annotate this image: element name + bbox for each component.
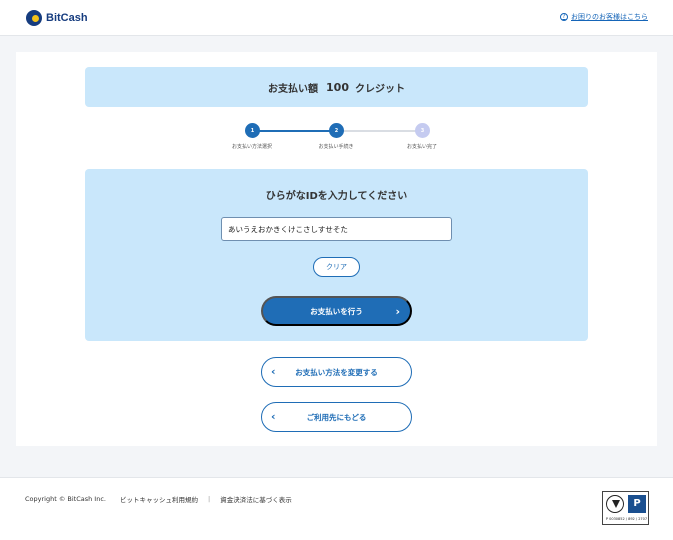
isms-mark-icon <box>606 495 624 513</box>
step-3-dot: 3 <box>415 123 430 138</box>
badge-code: P 0030852 / 892 / 2707 <box>605 517 648 521</box>
hiragana-id-input[interactable] <box>221 217 452 241</box>
amount-label: お支払い額 <box>268 83 319 95</box>
return-to-merchant-button[interactable]: ‹ ご利用先にもどる <box>261 402 412 432</box>
privacy-mark-badge[interactable]: P P 0030852 / 892 / 2707 <box>602 491 649 525</box>
amount-unit: クレジット <box>354 83 405 95</box>
payment-card: お支払い額 100 クレジット 1 お支払い方法選択 2 お支払い手続き 3 お… <box>16 52 657 446</box>
step-2-dot: 2 <box>329 123 344 138</box>
copyright: Copyright © BitCash Inc. <box>25 495 106 503</box>
chevron-left-icon: ‹ <box>271 365 276 378</box>
logo-text: BitCash <box>46 12 88 24</box>
privacy-mark-icon: P <box>628 495 646 513</box>
amount-banner: お支払い額 100 クレジット <box>85 67 588 107</box>
footer-links: Copyright © BitCash Inc. ビットキャッシュ利用規約 | … <box>25 494 306 504</box>
step-connector-todo <box>337 130 422 132</box>
change-payment-method-label: お支払い方法を変更する <box>295 367 378 377</box>
step-1-label: お支払い方法選択 <box>231 144 272 150</box>
form-title: ひらがなIDを入力してください <box>265 191 408 202</box>
chevron-left-icon: ‹ <box>271 410 276 423</box>
law-disclosure-link[interactable]: 資金決済法に基づく表示 <box>220 494 292 504</box>
amount-value: 100 <box>326 80 349 94</box>
bitcash-logo[interactable]: BitCash <box>26 9 88 27</box>
step-1-dot: 1 <box>245 123 260 138</box>
chevron-right-icon: › <box>395 305 400 318</box>
footer: Copyright © BitCash Inc. ビットキャッシュ利用規約 | … <box>0 477 673 540</box>
help-link[interactable]: ? お困りのお客様はこちら <box>560 12 648 22</box>
progress-steps: 1 お支払い方法選択 2 お支払い手続き 3 お支払い完了 <box>16 122 657 152</box>
id-entry-panel: ひらがなIDを入力してください クリア お支払いを行う › <box>85 169 588 341</box>
step-2-label: お支払い手続き <box>318 144 354 150</box>
help-link-label: お困りのお客様はこちら <box>571 13 648 21</box>
pay-button[interactable]: お支払いを行う › <box>261 296 412 326</box>
question-icon: ? <box>560 13 568 21</box>
step-3-label: お支払い完了 <box>406 144 437 150</box>
step-connector-done <box>252 130 337 132</box>
pay-button-label: お支払いを行う <box>310 306 363 316</box>
clear-button[interactable]: クリア <box>313 257 360 277</box>
bitcash-logo-icon <box>26 10 42 26</box>
terms-link[interactable]: ビットキャッシュ利用規約 <box>120 494 198 504</box>
footer-separator: | <box>207 495 211 503</box>
change-payment-method-button[interactable]: ‹ お支払い方法を変更する <box>261 357 412 387</box>
header: BitCash ? お困りのお客様はこちら <box>0 0 673 36</box>
return-to-merchant-label: ご利用先にもどる <box>306 412 367 422</box>
